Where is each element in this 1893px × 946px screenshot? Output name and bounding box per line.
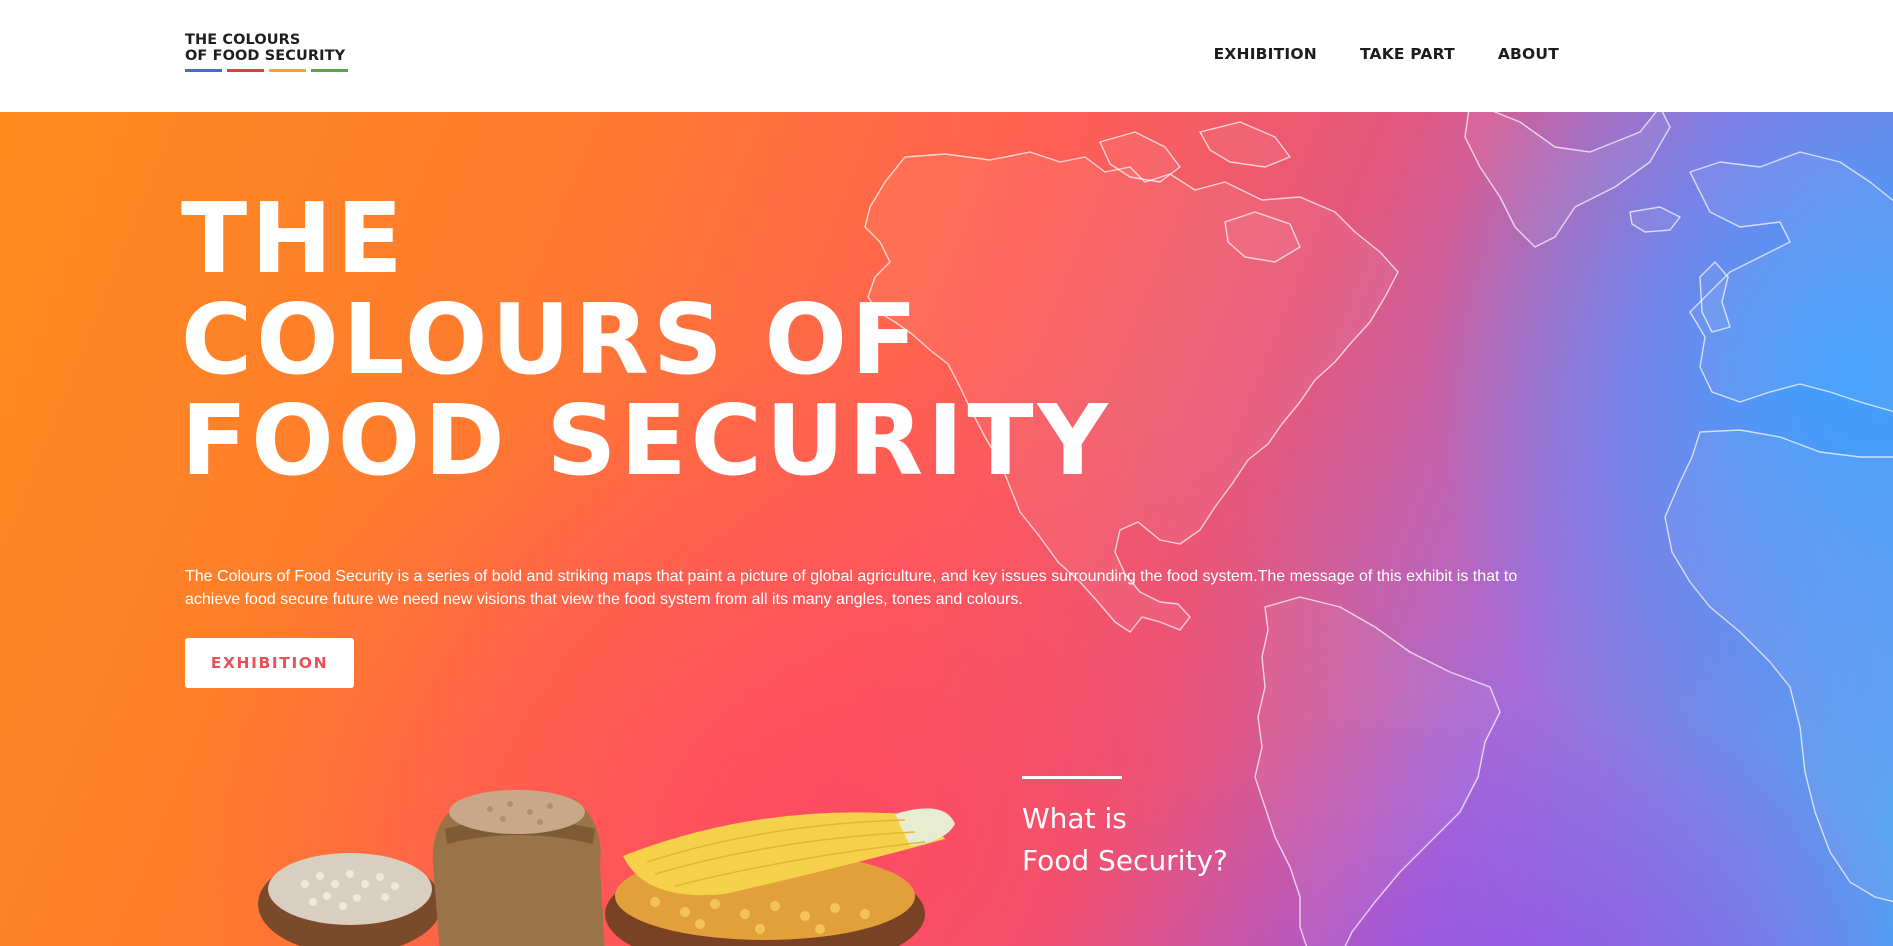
- iceland-outline: [1629, 206, 1681, 233]
- what-is-line-2: Food Security?: [1022, 844, 1228, 877]
- nav-about[interactable]: ABOUT: [1498, 45, 1559, 63]
- arctic-islands-outline-2: [1199, 121, 1291, 168]
- logo-color-stripes: [185, 69, 348, 72]
- hero-description: The Colours of Food Security is a series…: [185, 568, 1518, 608]
- hero-title: THE COLOURS OF FOOD SECURITY: [181, 188, 1281, 491]
- site-logo[interactable]: THE COLOURS OF FOOD SECURITY: [185, 32, 348, 72]
- exhibition-button[interactable]: EXHIBITION: [185, 638, 354, 688]
- hero-title-line-3: FOOD SECURITY: [181, 384, 1112, 497]
- what-is-food-security-link[interactable]: What is Food Security?: [1022, 798, 1228, 882]
- nav-take-part[interactable]: TAKE PART: [1360, 45, 1455, 63]
- logo-stripe-blue: [185, 69, 222, 72]
- logo-stripe-orange: [269, 69, 306, 72]
- hero-title-line-1: THE: [181, 182, 407, 295]
- what-is-line-1: What is: [1022, 802, 1127, 835]
- what-is-divider: [1022, 776, 1122, 779]
- logo-stripe-green: [311, 69, 348, 72]
- site-header: THE COLOURS OF FOOD SECURITY EXHIBITION …: [0, 0, 1893, 112]
- logo-stripe-red: [227, 69, 264, 72]
- hero-section: THE COLOURS OF FOOD SECURITY The Colours…: [0, 112, 1893, 946]
- logo-text-line1: THE COLOURS: [185, 32, 301, 48]
- food-sacks-image: [258, 790, 955, 946]
- south-america-outline: [1254, 596, 1501, 946]
- logo-text-line2: OF FOOD SECURITY: [185, 48, 346, 64]
- nav-exhibition[interactable]: EXHIBITION: [1214, 45, 1317, 63]
- hero-title-line-2: COLOURS OF: [181, 283, 922, 396]
- main-nav: EXHIBITION TAKE PART ABOUT: [1214, 45, 1559, 63]
- africa-outline: [1664, 429, 1893, 903]
